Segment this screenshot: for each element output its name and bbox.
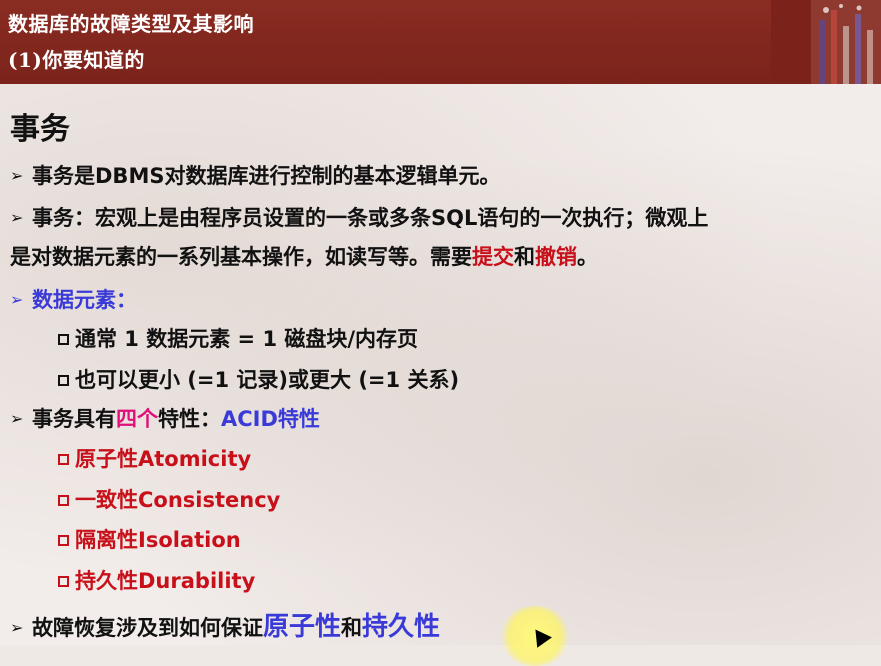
acid-item: 原子性Atomicity — [58, 443, 251, 473]
bullet-3-sub-1: 通常 1 数据元素 = 1 磁盘块/内存页 — [58, 323, 418, 353]
arrow-bullet-icon: ➢ — [10, 409, 24, 428]
four-text: 四个 — [116, 407, 158, 431]
slide-title: 事务 — [10, 112, 70, 147]
bullet-3-sub-2: 也可以更小 (=1 记录)或更大 (=1 关系) — [58, 364, 459, 394]
rollback-text: 撤销 — [535, 245, 577, 269]
arrow-bullet-icon: ➢ — [10, 618, 24, 637]
square-bullet-icon — [58, 535, 69, 546]
arrow-bullet-icon: ➢ — [10, 166, 24, 185]
bullet-2-line-2: 是对数据元素的一系列基本操作，如读写等。需要提交和撤销。 — [10, 245, 598, 269]
commit-text: 提交 — [472, 245, 514, 269]
acid-text: ACID特性 — [221, 407, 320, 431]
acid-item: 持久性Durability — [58, 565, 255, 595]
arrow-bullet-icon: ➢ — [10, 208, 24, 227]
square-bullet-icon — [58, 375, 69, 386]
square-bullet-icon — [58, 495, 69, 506]
header-subtitle: (1)你要知道的 — [8, 48, 145, 72]
square-bullet-icon — [58, 334, 69, 345]
bullet-4: ➢ 事务具有四个特性：ACID特性 — [10, 407, 320, 431]
square-bullet-icon — [58, 576, 69, 587]
arrow-bullet-icon: ➢ — [10, 290, 24, 309]
slide-header: 数据库的故障类型及其影响 (1)你要知道的 — [0, 0, 881, 84]
header-title: 数据库的故障类型及其影响 — [8, 12, 254, 36]
durability-text: 持久性 — [362, 612, 441, 642]
bullet-1: ➢ 事务是DBMS对数据库进行控制的基本逻辑单元。 — [10, 164, 501, 188]
acid-item: 隔离性Isolation — [58, 524, 241, 554]
bullet-2-line-1: ➢ 事务：宏观上是由程序员设置的一条或多条SQL语句的一次执行；微观上 — [10, 206, 709, 230]
atomicity-text: 原子性 — [263, 612, 342, 642]
decorative-graphic — [771, 0, 881, 84]
bullet-3: ➢ 数据元素： — [10, 288, 137, 312]
bullet-5: ➢ 故障恢复涉及到如何保证原子性和持久性 — [10, 612, 441, 642]
square-bullet-icon — [58, 454, 69, 465]
acid-item: 一致性Consistency — [58, 484, 280, 514]
